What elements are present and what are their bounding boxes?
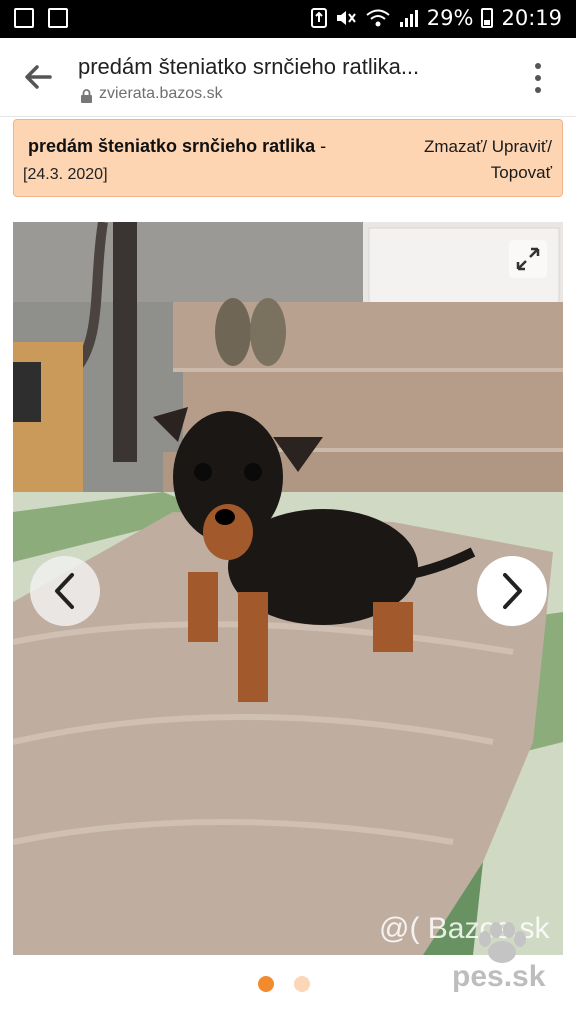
screenshot-icon [48,8,68,28]
listing-header: predám šteniatko srnčieho ratlika - [24.… [13,119,563,197]
pes-sk-logo-text: pes.sk [452,960,546,993]
battery-icon [481,8,494,28]
carousel-dot-1[interactable] [258,976,274,992]
expand-button[interactable] [509,240,547,278]
actions-line-1[interactable]: Zmazať/ Upraviť/ [424,134,552,160]
status-bar: 29% 20:19 [0,0,576,38]
actions-line-2[interactable]: Topovať [424,160,552,186]
expand-icon [516,247,540,271]
previous-photo-button[interactable] [30,556,100,626]
mute-icon [336,11,356,25]
storage-icon [310,8,327,28]
listing-title: predám šteniatko srnčieho ratlika - [28,136,326,157]
browser-header: predám šteniatko srnčieho ratlika... zvi… [0,38,576,117]
more-vert-icon[interactable] [534,63,542,93]
chevron-left-icon [55,573,74,609]
clock: 20:19 [501,6,562,30]
carousel-dot-2[interactable] [294,976,310,992]
wifi-icon [366,9,390,27]
chevron-right-icon [503,573,522,609]
signal-icon [399,10,418,27]
carousel-dots [258,976,310,992]
lock-icon [81,89,92,103]
listing-title-suffix: - [315,136,327,156]
listing-actions[interactable]: Zmazať/ Upraviť/ Topovať [424,134,552,186]
next-photo-button[interactable] [477,556,547,626]
listing-title-text: predám šteniatko srnčieho ratlika [28,136,316,156]
back-arrow-icon[interactable] [24,64,52,90]
url-text[interactable]: zvierata.bazos.sk [99,85,223,103]
image-icon [14,8,34,28]
listing-date: [24.3. 2020] [23,166,108,183]
page-title: predám šteniatko srnčieho ratlika... [78,54,420,79]
pes-sk-logo[interactable]: pes.sk [452,922,562,1002]
battery-percent: 29% [426,6,474,30]
listing-photo[interactable]: @( Bazos.sk [13,222,563,955]
